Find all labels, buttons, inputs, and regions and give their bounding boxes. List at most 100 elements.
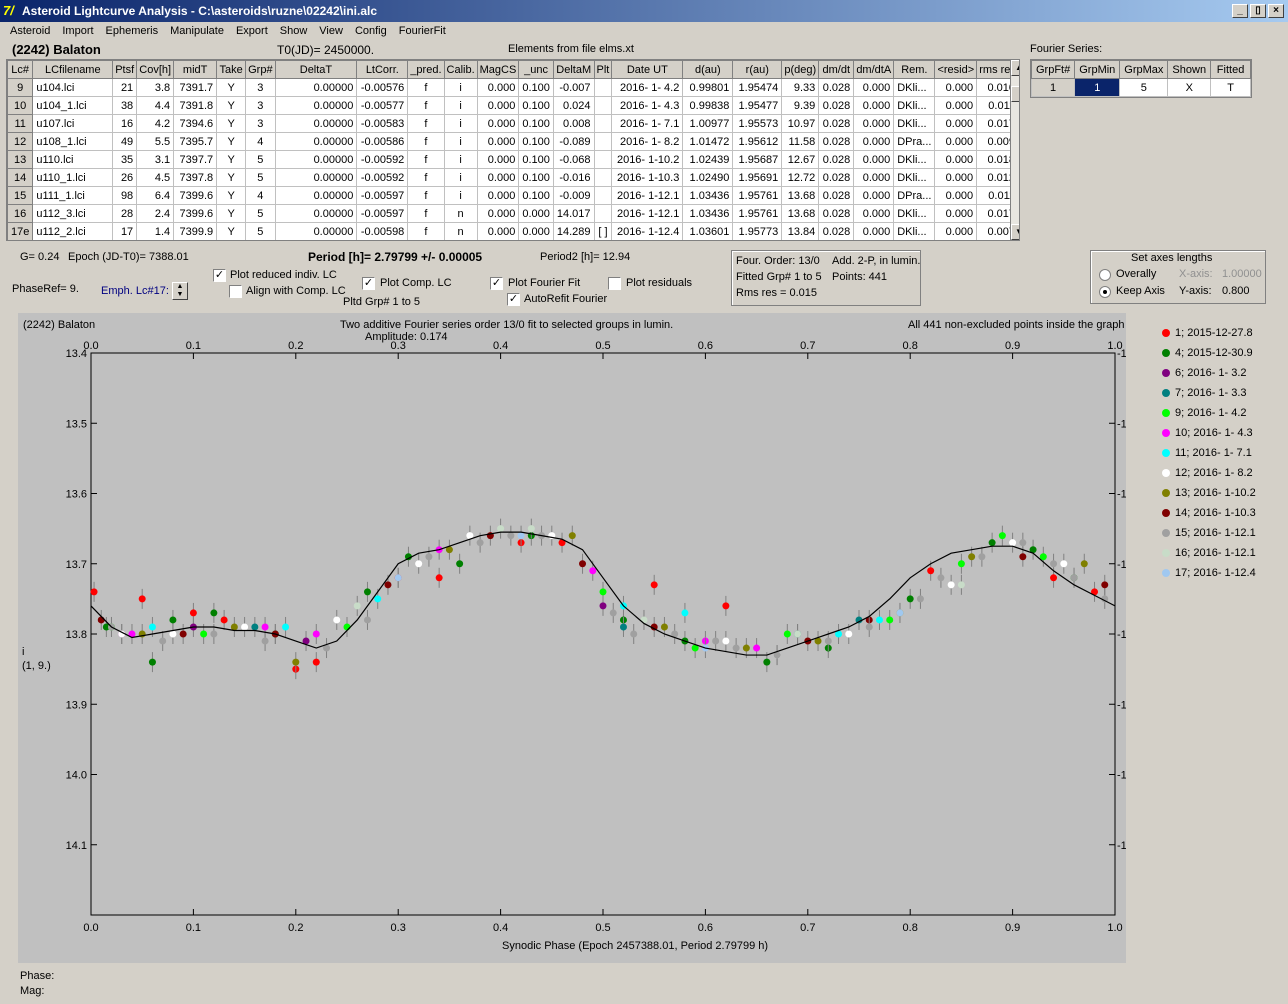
table-cell[interactable]: 0.00000 [274,132,358,151]
table-cell[interactable]: -0.00597 [356,186,409,205]
table-cell[interactable]: DPra... [893,132,936,151]
table-cell[interactable]: 2016- 1-12.1 [611,186,684,205]
table-cell[interactable]: 0.000 [518,222,554,240]
table-cell[interactable]: -0.00586 [356,132,409,151]
table-cell[interactable]: 6.4 [136,186,175,205]
menu-import[interactable]: Import [56,23,99,41]
plot-reduced-checkbox[interactable]: ✓ [213,269,226,282]
fourier-table[interactable]: GrpFt# GrpMin GrpMax Shown Fitted 1 1 5 … [1030,59,1253,98]
fourier-cell-shown[interactable]: X [1167,78,1212,97]
table-cell[interactable]: 0.00000 [274,186,358,205]
table-cell[interactable]: 2016- 1-12.1 [611,204,684,223]
table-cell[interactable]: 3 [245,114,276,133]
table-row[interactable]: 9 u104.lci 21 3.8 7391.7 Y 3 0.00000 -0.00576 f i 0… [7,78,1019,97]
col-header[interactable]: Date UT [611,60,684,79]
table-cell[interactable]: 0.028 [818,132,855,151]
table-cell[interactable]: 2016- 1-12.4 [611,222,684,240]
plot-svg[interactable]: 0.00.00.10.10.20.20.30.30.40.40.50.50.60… [18,313,1143,963]
table-cell[interactable]: 0.008 [552,114,595,133]
table-cell[interactable]: u111_1.lci [32,186,114,205]
table-row[interactable]: 16 u112_3.lci 28 2.4 7399.6 Y 5 0.00000 -0.00597… [7,204,1019,223]
table-cell[interactable]: 5.5 [136,132,175,151]
table-cell[interactable]: 0.000 [853,222,895,240]
table-cell[interactable]: 3 [245,96,276,115]
table-cell[interactable]: i [443,168,478,187]
menu-show[interactable]: Show [274,23,314,41]
table-cell[interactable] [593,96,613,115]
table-cell[interactable]: Y [216,168,247,187]
table-cell[interactable]: 16 [112,114,138,133]
table-cell[interactable]: 5 [245,168,276,187]
table-cell[interactable]: Y [216,222,247,240]
table-cell[interactable]: 28 [112,204,138,223]
table-cell[interactable]: 2016- 1- 4.2 [611,78,684,97]
table-cell[interactable]: Y [216,114,247,133]
table-cell[interactable]: 2016- 1- 7.1 [611,114,684,133]
table-cell[interactable]: u110_1.lci [32,168,114,187]
table-cell[interactable]: f [407,168,445,187]
table-cell[interactable]: 7391.7 [173,78,218,97]
menu-fourierfit[interactable]: FourierFit [393,23,452,41]
emph-spinner[interactable]: ▲ ▼ [172,282,188,300]
table-cell[interactable]: -0.00577 [356,96,409,115]
table-cell[interactable]: 0.00000 [274,96,358,115]
fourier-cell-grpmax[interactable]: 5 [1119,78,1169,97]
table-cell[interactable]: 12.72 [781,168,820,187]
table-cell[interactable]: 9.39 [781,96,820,115]
table-cell[interactable]: 1.95474 [732,78,783,97]
table-cell[interactable]: 0.100 [518,78,554,97]
scroll-down-icon[interactable]: ▼ [1011,224,1019,240]
table-cell[interactable]: u107.lci [32,114,114,133]
close-button[interactable]: × [1268,4,1284,18]
table-cell[interactable] [593,114,613,133]
table-cell[interactable]: 2016- 1-10.2 [611,150,684,169]
table-cell[interactable]: DKli... [893,150,936,169]
table-cell[interactable]: 7399.6 [173,186,218,205]
table-cell[interactable]: f [407,78,445,97]
table-cell[interactable]: 13.84 [781,222,820,240]
table-cell[interactable]: i [443,186,478,205]
table-row[interactable]: 13 u110.lci 35 3.1 7397.7 Y 5 0.00000 -0.00592 f i… [7,150,1019,169]
col-header[interactable]: Rem. [893,60,936,79]
table-cell[interactable]: Y [216,78,247,97]
table-cell[interactable]: 0.028 [818,96,855,115]
table-cell[interactable]: 0.000 [518,204,554,223]
table-cell[interactable] [593,150,613,169]
table-cell[interactable]: DKli... [893,114,936,133]
table-cell[interactable]: 0.000 [934,204,978,223]
fourier-cell-fitted[interactable]: T [1210,78,1252,97]
table-cell[interactable]: 0.000 [934,150,978,169]
col-header[interactable]: _unc [518,60,554,79]
table-cell[interactable]: f [407,204,445,223]
table-cell[interactable]: 0.000 [934,114,978,133]
table-cell[interactable]: 0.000 [853,168,895,187]
table-cell[interactable]: u104_1.lci [32,96,114,115]
table-cell[interactable]: f [407,114,445,133]
table-cell[interactable]: 7395.7 [173,132,218,151]
table-cell[interactable]: 0.100 [518,186,554,205]
table-cell[interactable]: 10.97 [781,114,820,133]
table-cell[interactable]: 0.100 [518,96,554,115]
table-cell[interactable]: 5 [245,204,276,223]
table-cell[interactable]: u108_1.lci [32,132,114,151]
table-cell[interactable]: 14.017 [552,204,595,223]
table-cell[interactable]: 0.028 [818,168,855,187]
table-cell[interactable]: 0.028 [818,222,855,240]
table-cell[interactable]: 7399.9 [173,222,218,240]
table-cell[interactable]: -0.007 [552,78,595,97]
table-cell[interactable]: 0.024 [552,96,595,115]
table-cell[interactable]: 4.2 [136,114,175,133]
table-cell[interactable]: n [443,204,478,223]
table-cell[interactable]: i [443,150,478,169]
table-cell[interactable]: f [407,222,445,240]
table-cell[interactable]: Y [216,186,247,205]
col-header[interactable]: Ptsf [112,60,138,79]
table-cell[interactable]: 1.01472 [682,132,734,151]
table-cell[interactable]: 0.00000 [274,222,358,240]
table-cell[interactable]: 0.00000 [274,204,358,223]
col-header[interactable]: Plt [593,60,613,79]
table-cell[interactable]: 4.5 [136,168,175,187]
plot-residuals-checkbox[interactable] [608,277,621,290]
table-cell[interactable]: 12.67 [781,150,820,169]
table-cell[interactable]: 0.000 [476,222,520,240]
